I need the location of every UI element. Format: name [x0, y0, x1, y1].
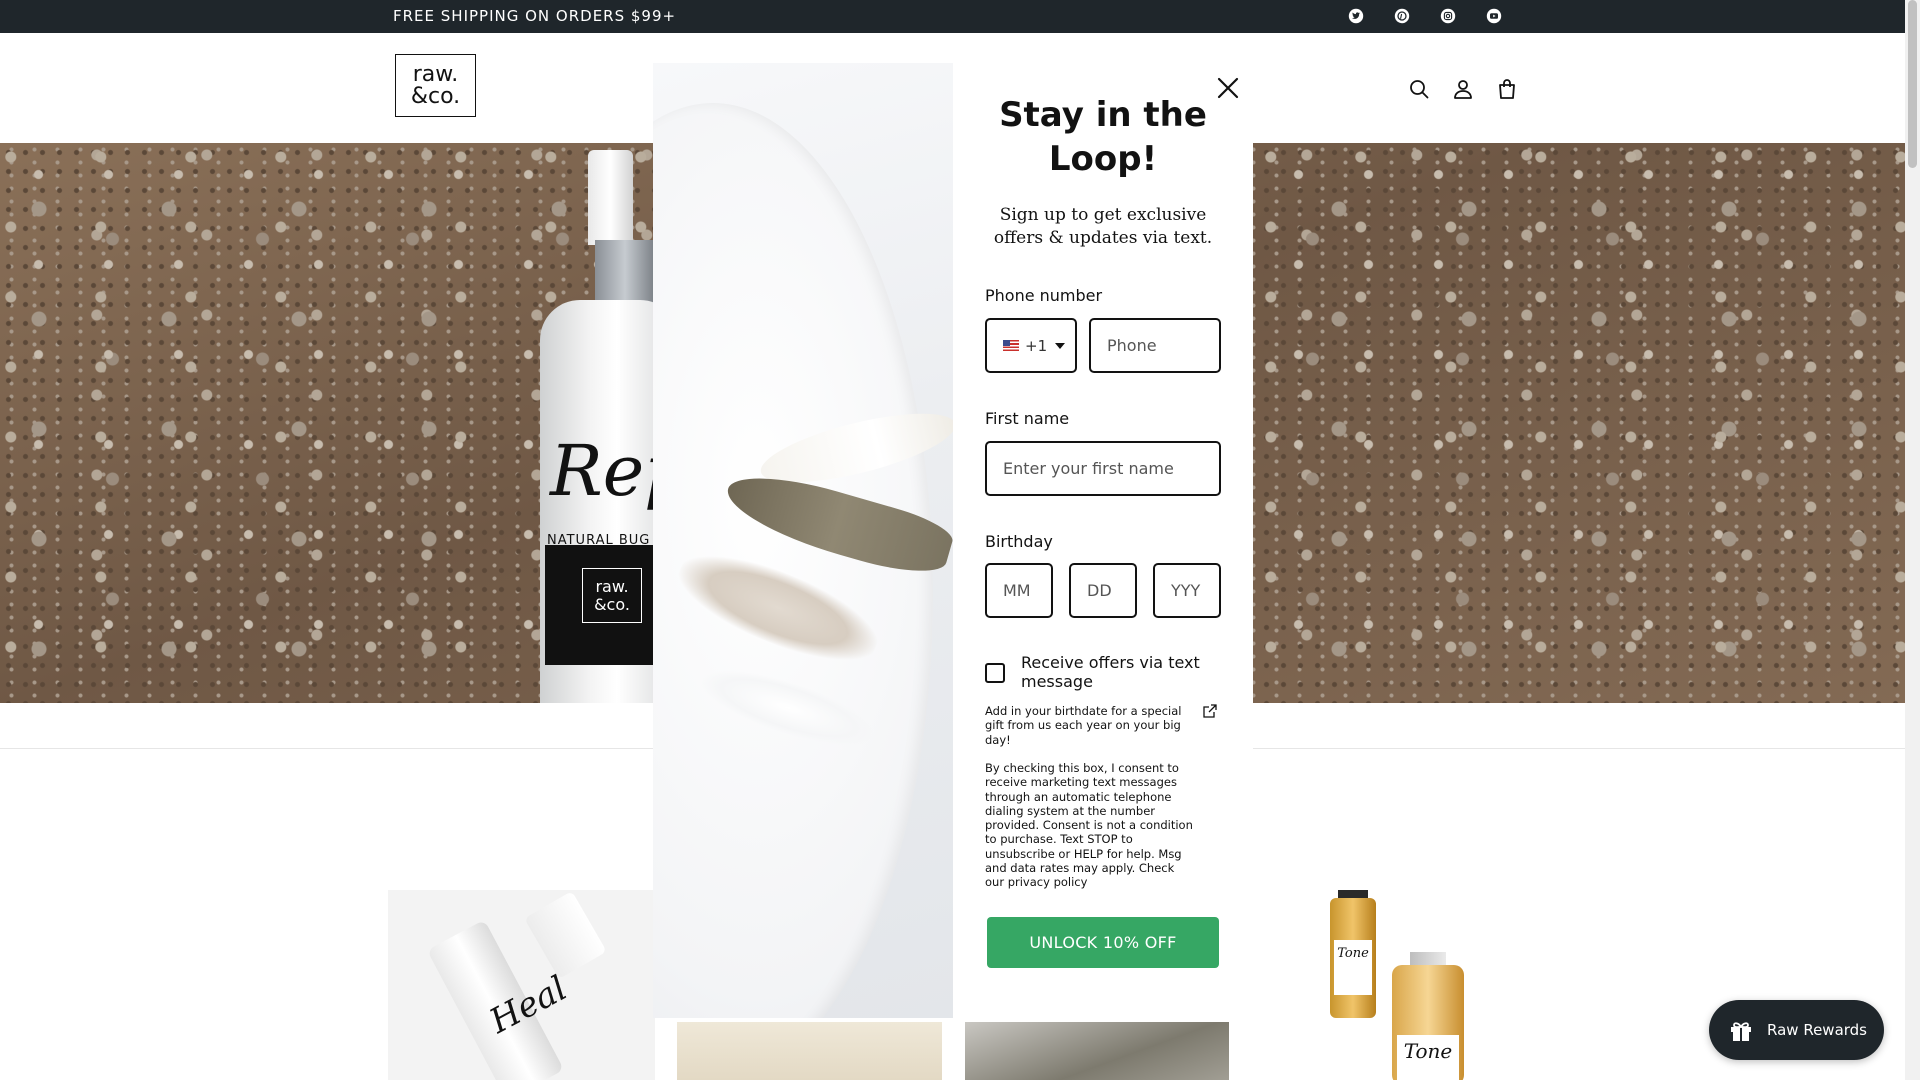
tone-label-small: Tone [1334, 940, 1372, 995]
consent-text: By checking this box, I consent to recei… [985, 761, 1193, 890]
popup-image [653, 63, 953, 1018]
bottle-logo-line-1: raw. [595, 576, 629, 596]
bottle-logo: raw. &co. [582, 568, 642, 623]
signup-popup: Stay in the Loop! Sign up to get exclusi… [953, 63, 1253, 1018]
birthday-label: Birthday [985, 532, 1053, 551]
phone-field-box [1089, 318, 1221, 373]
popup-subtitle: Sign up to get exclusive offers & update… [993, 205, 1213, 248]
raw-rewards-label: Raw Rewards [1767, 1021, 1867, 1039]
birthday-year-input[interactable] [1171, 581, 1219, 600]
logo-line-2: &co. [410, 83, 461, 109]
twitter-icon[interactable] [1346, 6, 1366, 26]
product-card-clay[interactable] [965, 1022, 1229, 1080]
chevron-down-icon [1055, 342, 1066, 349]
youtube-icon[interactable] [1484, 6, 1504, 26]
first-name-input[interactable] [1003, 459, 1219, 478]
us-flag-icon [1003, 340, 1019, 351]
announcement-text: FREE SHIPPING ON ORDERS $99+ [393, 7, 677, 25]
first-name-field-box [985, 441, 1221, 496]
logo-line-1: raw. [412, 61, 459, 87]
announcement-bar: FREE SHIPPING ON ORDERS $99+ [0, 0, 1905, 33]
site-logo[interactable]: raw. &co. [395, 54, 476, 117]
pinterest-icon[interactable] [1392, 6, 1412, 26]
heal-cap-image [524, 890, 607, 980]
external-link-icon[interactable] [1203, 703, 1217, 718]
unlock-offer-button[interactable]: UNLOCK 10% OFF [987, 917, 1219, 968]
product-card-heal[interactable]: Heal [388, 890, 655, 1080]
birthday-day-box [1069, 563, 1137, 618]
sms-opt-in-checkbox[interactable] [985, 663, 1005, 683]
scrollbar-thumb[interactable] [1908, 0, 1917, 168]
phone-label: Phone number [985, 286, 1103, 305]
phone-input[interactable] [1107, 336, 1219, 355]
country-code: +1 [1025, 336, 1048, 355]
sms-opt-in-label: Receive offers via text message [1021, 653, 1200, 691]
instagram-icon[interactable] [1438, 6, 1458, 26]
product-card-cream[interactable] [677, 1022, 942, 1080]
bottle-logo-line-2: &co. [594, 594, 630, 614]
product-card-tone[interactable]: Tone Tone [1252, 890, 1518, 1080]
bottle-sprayer [588, 150, 633, 245]
page-scrollbar[interactable] [1905, 0, 1920, 1080]
birthday-note: Add in your birthdate for a special gift… [985, 704, 1182, 747]
country-code-select[interactable]: +1 [985, 318, 1077, 373]
raw-rewards-button[interactable]: Raw Rewards [1709, 1000, 1884, 1060]
birthday-month-input[interactable] [1003, 581, 1051, 600]
popup-title: Stay in the Loop! [999, 95, 1207, 179]
tone-label-large: Tone [1397, 1035, 1459, 1080]
birthday-day-input[interactable] [1087, 581, 1135, 600]
first-name-label: First name [985, 409, 1070, 428]
account-icon[interactable] [1449, 75, 1477, 103]
gift-icon [1731, 1022, 1751, 1041]
birthday-month-box [985, 563, 1053, 618]
search-icon[interactable] [1405, 75, 1433, 103]
birthday-year-box [1153, 563, 1221, 618]
cart-icon[interactable] [1493, 75, 1521, 103]
hero-product-label: Rep [550, 430, 689, 512]
